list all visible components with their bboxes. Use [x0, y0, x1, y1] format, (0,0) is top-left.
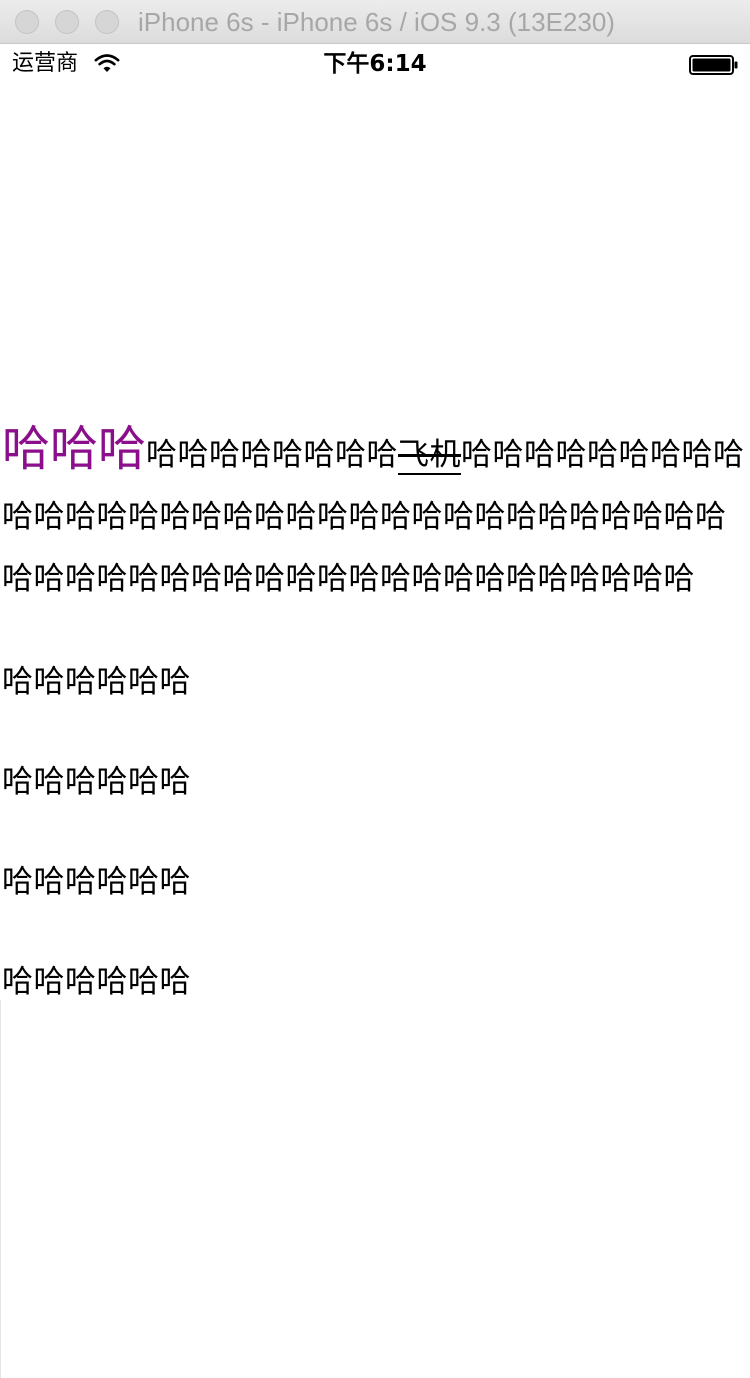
- highlighted-text: 哈哈哈: [2, 421, 147, 477]
- text-line: 哈哈哈哈哈哈: [2, 864, 191, 900]
- zoom-window-button[interactable]: [95, 10, 119, 34]
- window-edge: [0, 1000, 1, 1378]
- text-line: 哈哈哈哈哈哈: [2, 664, 191, 700]
- rich-text-view[interactable]: 哈哈哈哈哈哈哈哈哈哈哈飞机哈哈哈哈哈哈哈哈哈哈哈哈哈哈哈哈哈哈哈哈哈哈哈哈哈哈哈…: [2, 418, 750, 610]
- simulator-title-bar: iPhone 6s - iPhone 6s / iOS 9.3 (13E230): [0, 0, 750, 44]
- status-bar: 运营商 下午6:14: [0, 44, 750, 84]
- close-window-button[interactable]: [15, 10, 39, 34]
- plane-link[interactable]: 飞机: [398, 437, 462, 475]
- status-time: 下午6:14: [323, 51, 427, 77]
- text-run: 哈哈哈哈哈哈哈哈: [146, 437, 399, 473]
- window-title: iPhone 6s - iPhone 6s / iOS 9.3 (13E230): [138, 7, 615, 37]
- text-line: 哈哈哈哈哈哈: [2, 964, 191, 1000]
- battery-icon: [689, 55, 738, 75]
- minimize-window-button[interactable]: [55, 10, 79, 34]
- text-line: 哈哈哈哈哈哈: [2, 764, 191, 800]
